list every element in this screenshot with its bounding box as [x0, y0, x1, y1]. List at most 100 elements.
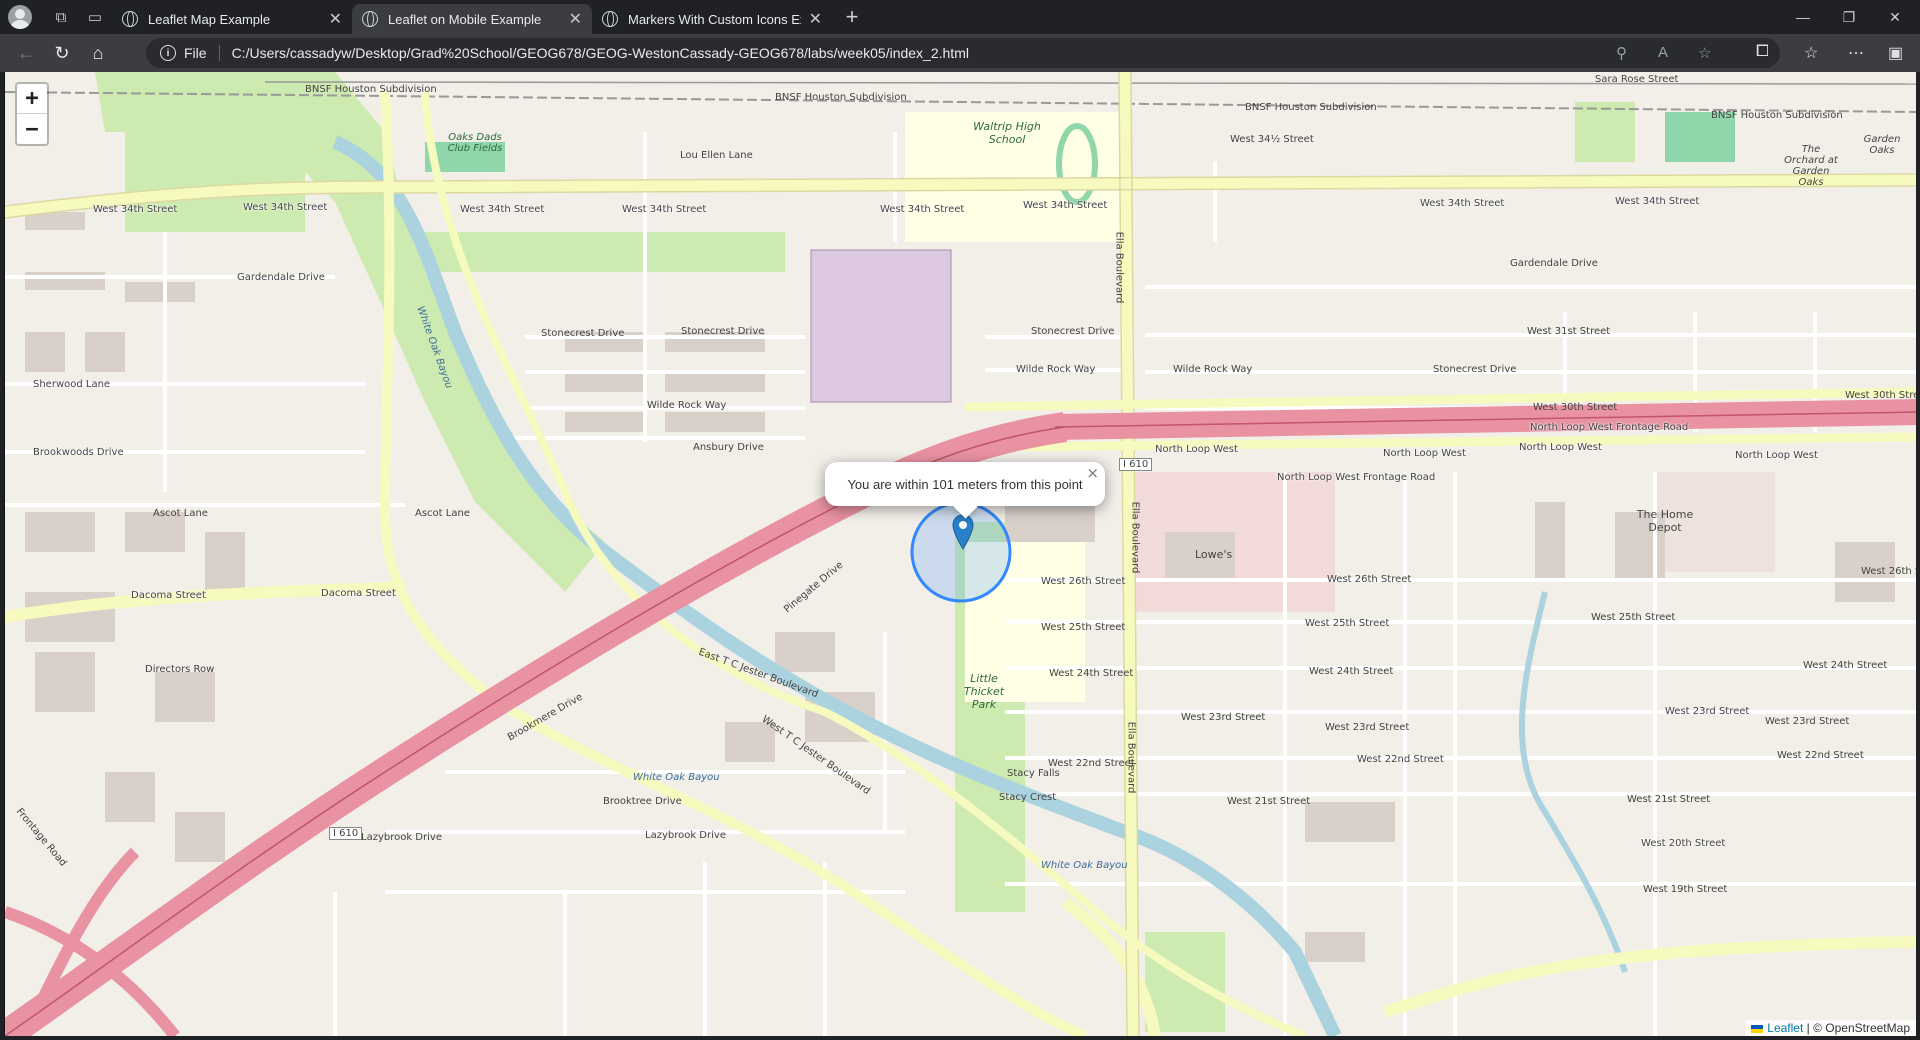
- street-label: Stonecrest Drive: [681, 326, 765, 337]
- highway-label: North Loop West: [1519, 442, 1602, 453]
- street-label: Ella Boulevard: [1113, 231, 1125, 304]
- home-button[interactable]: ⌂: [80, 37, 116, 69]
- street-label: West 26th Street: [1041, 576, 1126, 587]
- street-label: Sara Rose Street: [1595, 74, 1679, 85]
- street-label: Dacoma Street: [321, 588, 396, 599]
- street-label: West 26th Street: [1327, 574, 1412, 585]
- tab-actions-icon[interactable]: ▭: [78, 0, 112, 34]
- zoom-in-button[interactable]: +: [17, 84, 47, 114]
- street-label: West 21st Street: [1227, 796, 1311, 807]
- street-label: Wilde Rock Way: [647, 400, 727, 411]
- street-label: Stacy Falls: [1007, 768, 1060, 779]
- url-scheme-label: File: [184, 45, 220, 61]
- leaflet-map[interactable]: West 34th Street West 34th Street West 3…: [4, 72, 1916, 1036]
- waterway-label: White Oak Bayou: [1041, 860, 1128, 871]
- workspaces-icon[interactable]: ⧉: [44, 0, 78, 34]
- street-label: Stonecrest Drive: [1031, 326, 1115, 337]
- tab-strip: ⧉ ▭ Leaflet Map Example ✕ Leaflet on Mob…: [0, 0, 1920, 34]
- leaflet-link[interactable]: Leaflet: [1767, 1021, 1803, 1035]
- street-label: West 34th Street: [93, 204, 178, 215]
- restore-button[interactable]: ❐: [1826, 0, 1872, 34]
- street-label: Ascot Lane: [415, 508, 470, 519]
- highway-label: North Loop West: [1383, 448, 1466, 459]
- street-label: West 22nd Street: [1357, 754, 1444, 765]
- street-label: Gardendale Drive: [237, 272, 325, 283]
- railway-label: BNSF Houston Subdivision: [1245, 102, 1377, 113]
- street-label: West 21st Street: [1627, 794, 1711, 805]
- street-label: West 34th Street: [880, 204, 965, 215]
- poi-label: The Orchard at Garden Oaks: [1784, 144, 1838, 188]
- street-label: Wilde Rock Way: [1016, 364, 1096, 375]
- street-label: Ella Boulevard: [1129, 501, 1141, 574]
- close-tab-icon[interactable]: ✕: [569, 9, 582, 29]
- street-label: West 23rd Street: [1665, 706, 1750, 717]
- street-label: West 25th Street: [1305, 618, 1390, 629]
- street-label: West 30th Street: [1845, 390, 1916, 401]
- street-label: West 26th Street: [1861, 566, 1916, 577]
- street-label: Ascot Lane: [153, 508, 208, 519]
- close-tab-icon[interactable]: ✕: [329, 9, 342, 29]
- favorite-star-icon[interactable]: ☆: [1698, 44, 1711, 62]
- highway-label: North Loop West: [1735, 450, 1818, 461]
- street-label: West 34th Street: [1023, 200, 1108, 211]
- minimize-button[interactable]: —: [1780, 0, 1826, 34]
- refresh-button[interactable]: ↻: [44, 37, 80, 69]
- street-label: Ella Boulevard: [1125, 721, 1137, 794]
- zoom-out-button[interactable]: −: [17, 114, 47, 144]
- tab-markers-custom-icons[interactable]: Markers With Custom Icons Exam ✕: [592, 4, 832, 34]
- browser-toolbar: ← ↻ ⌂ i File C:/Users/cassadyw/Desktop/G…: [0, 34, 1920, 72]
- street-label: Ansbury Drive: [693, 442, 764, 453]
- back-button[interactable]: ←: [8, 37, 44, 69]
- tab-leaflet-map-example[interactable]: Leaflet Map Example ✕: [112, 4, 352, 34]
- street-label: West 34th Street: [243, 202, 328, 213]
- popup-close-button[interactable]: ×: [1086, 464, 1099, 482]
- street-label: Brookwoods Drive: [33, 447, 124, 458]
- street-label: West 23rd Street: [1181, 712, 1266, 723]
- street-label: Stonecrest Drive: [541, 328, 625, 339]
- street-label: West 23rd Street: [1765, 716, 1850, 727]
- zoom-control: + −: [15, 82, 49, 146]
- street-label: West 24th Street: [1049, 668, 1134, 679]
- new-tab-button[interactable]: +: [836, 4, 868, 30]
- park-label: Little Thicket Park: [963, 672, 1005, 711]
- settings-more-icon[interactable]: ⋯: [1848, 43, 1864, 63]
- url-text[interactable]: C:/Users/cassadyw/Desktop/Grad%20School/…: [232, 45, 969, 61]
- street-label: Lazybrook Drive: [645, 830, 726, 841]
- info-icon[interactable]: i: [160, 45, 176, 61]
- park-label: Oaks Dads Club Fields: [447, 132, 503, 154]
- globe-icon: [122, 11, 138, 27]
- tab-leaflet-on-mobile[interactable]: Leaflet on Mobile Example ✕: [352, 4, 592, 34]
- location-icon[interactable]: ⚲: [1616, 44, 1627, 62]
- sidebar-icon[interactable]: ▣: [1888, 43, 1903, 63]
- street-label: West 34th Street: [1420, 198, 1505, 209]
- map-attribution: Leaflet | © OpenStreetMap: [1745, 1020, 1916, 1036]
- extensions-icon[interactable]: ⧠: [1756, 43, 1769, 61]
- map-tiles: [5, 72, 1916, 1036]
- read-aloud-icon[interactable]: A: [1658, 44, 1668, 61]
- close-tab-icon[interactable]: ✕: [809, 9, 822, 29]
- street-label: West 30th Street: [1533, 402, 1618, 413]
- street-label: Stacy Crest: [999, 792, 1057, 803]
- highway-shield: I 610: [1119, 458, 1153, 471]
- street-label: West 22nd Street: [1048, 758, 1135, 769]
- street-label: West 34th Street: [460, 204, 545, 215]
- street-label: Wilde Rock Way: [1173, 364, 1253, 375]
- street-label: Directors Row: [145, 664, 215, 675]
- address-bar[interactable]: i File C:/Users/cassadyw/Desktop/Grad%20…: [146, 38, 1780, 68]
- street-label: West 25th Street: [1591, 612, 1676, 623]
- street-label: West 19th Street: [1643, 884, 1728, 895]
- street-label: Stonecrest Drive: [1433, 364, 1517, 375]
- highway-shield: I 610: [329, 827, 363, 840]
- street-label: Lou Ellen Lane: [680, 150, 753, 161]
- close-window-button[interactable]: ✕: [1872, 0, 1918, 34]
- popup-text: You are within 101 meters from this poin…: [847, 476, 1083, 492]
- globe-icon: [362, 11, 378, 27]
- school-label: Waltrip High School: [973, 120, 1041, 146]
- street-label: West 24th Street: [1309, 666, 1394, 677]
- street-label: West 20th Street: [1641, 838, 1726, 849]
- location-marker-icon[interactable]: [952, 514, 974, 550]
- osm-attribution[interactable]: | © OpenStreetMap: [1803, 1021, 1910, 1035]
- street-label: Dacoma Street: [131, 590, 206, 601]
- profile-avatar[interactable]: [8, 5, 32, 29]
- favorites-icon[interactable]: ☆: [1804, 43, 1818, 63]
